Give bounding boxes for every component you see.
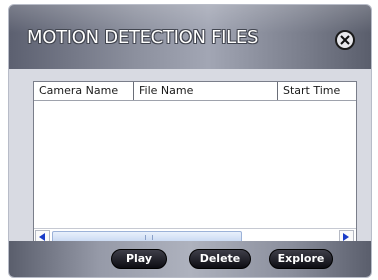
column-header-file-name[interactable]: File Name <box>134 82 278 100</box>
list-body <box>34 101 356 226</box>
column-header-camera-name[interactable]: Camera Name <box>34 82 134 100</box>
scroll-grip-icon <box>145 235 153 240</box>
motion-detection-dialog: MOTION DETECTION FILES Camera Name File … <box>8 4 372 278</box>
arrow-left-icon <box>39 233 45 241</box>
delete-button[interactable]: Delete <box>189 249 251 269</box>
files-list[interactable]: Camera Name File Name Start Time <box>33 81 357 247</box>
arrow-right-icon <box>343 233 349 241</box>
window-title: MOTION DETECTION FILES <box>27 27 259 48</box>
button-bar: Play Delete Explore <box>9 241 371 277</box>
close-button[interactable] <box>335 30 355 50</box>
play-button[interactable]: Play <box>111 249 167 269</box>
explore-button[interactable]: Explore <box>269 249 333 269</box>
column-header-start-time[interactable]: Start Time <box>278 82 356 100</box>
title-bar: MOTION DETECTION FILES <box>9 5 371 69</box>
close-icon <box>340 35 350 45</box>
list-header: Camera Name File Name Start Time <box>34 82 356 101</box>
